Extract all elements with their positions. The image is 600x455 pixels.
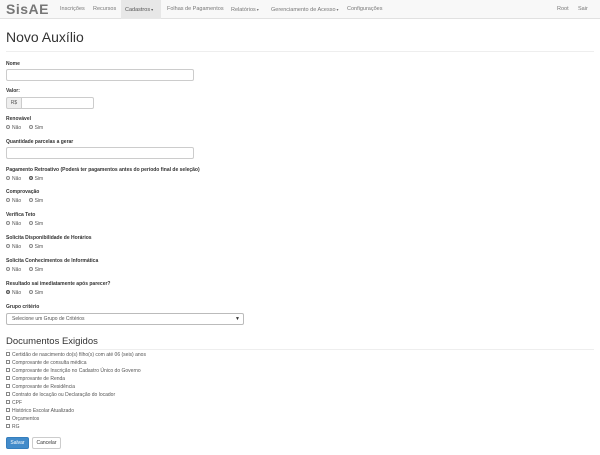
radio-sim[interactable]: Sim xyxy=(28,290,43,296)
checkbox-icon[interactable] xyxy=(6,408,10,413)
grupo-criterio-label: Grupo critério xyxy=(6,304,40,310)
radio-icon[interactable] xyxy=(6,176,10,181)
documento-item[interactable]: CPF xyxy=(6,400,22,406)
radio-icon[interactable] xyxy=(28,176,33,181)
radio-nao[interactable]: Não xyxy=(6,125,21,131)
teto-label: Verifica Teto xyxy=(6,212,36,218)
checkbox-icon[interactable] xyxy=(6,424,10,429)
checkbox-icon[interactable] xyxy=(6,384,10,389)
documentos-title: Documentos Exigidos xyxy=(6,336,98,347)
radio-sim[interactable]: Sim xyxy=(28,198,43,204)
radio-icon[interactable] xyxy=(28,290,33,295)
radio-nao[interactable]: Não xyxy=(6,267,21,273)
radio-icon[interactable] xyxy=(6,244,10,249)
radio-nao[interactable]: Não xyxy=(6,176,21,182)
radio-icon[interactable] xyxy=(6,221,10,226)
radio-sim[interactable]: Sim xyxy=(28,176,43,182)
chevron-down-icon: ▾ xyxy=(151,7,154,12)
renovavel-options: Não Sim xyxy=(6,125,49,131)
checkbox-icon[interactable] xyxy=(6,392,10,397)
radio-sim[interactable]: Sim xyxy=(28,221,43,227)
checkbox-icon[interactable] xyxy=(6,368,10,373)
documento-item[interactable]: Comprovante de Residência xyxy=(6,384,75,390)
nav-configuracoes[interactable]: Configurações xyxy=(343,0,386,19)
radio-icon[interactable] xyxy=(28,267,33,272)
nav-folhas-pagamentos[interactable]: Folhas de Pagamentos xyxy=(163,0,228,19)
retroativo-label: Pagamento Retroativo (Poderá ter pagamen… xyxy=(6,167,200,173)
radio-icon[interactable] xyxy=(28,125,33,130)
page-title: Novo Auxílio xyxy=(6,29,84,45)
checkbox-icon[interactable] xyxy=(6,360,10,365)
parcelas-input[interactable] xyxy=(6,147,194,159)
grupo-criterio-selected: Selecione um Grupo de Critérios xyxy=(12,316,85,322)
checkbox-icon[interactable] xyxy=(6,352,10,357)
radio-icon[interactable] xyxy=(6,125,10,130)
brand-logo[interactable]: SisAE xyxy=(6,1,49,17)
nav-recursos[interactable]: Recursos xyxy=(89,0,120,19)
nav-cadastros[interactable]: Cadastros▾ xyxy=(121,0,161,19)
radio-icon[interactable] xyxy=(6,267,10,272)
radio-nao[interactable]: Não xyxy=(6,198,21,204)
radio-icon[interactable] xyxy=(28,244,33,249)
radio-sim[interactable]: Sim xyxy=(28,125,43,131)
save-button[interactable]: Salvar xyxy=(6,437,29,449)
comprovacao-label: Comprovação xyxy=(6,189,40,195)
nome-input[interactable] xyxy=(6,69,194,81)
top-navbar: SisAE Inscrições Recursos Cadastros▾ Fol… xyxy=(0,0,600,19)
section-divider xyxy=(6,349,594,350)
teto-options: Não Sim xyxy=(6,221,49,227)
resultado-options: Não Sim xyxy=(6,290,49,296)
radio-nao[interactable]: Não xyxy=(6,244,21,250)
nav-relatorios[interactable]: Relatórios▾ xyxy=(227,0,263,19)
radio-nao[interactable]: Não xyxy=(6,290,21,296)
title-divider xyxy=(6,51,594,52)
checkbox-icon[interactable] xyxy=(6,400,10,405)
informatica-options: Não Sim xyxy=(6,267,49,273)
renovavel-label: Renovável xyxy=(6,116,32,122)
radio-icon[interactable] xyxy=(6,290,10,295)
radio-sim[interactable]: Sim xyxy=(28,244,43,250)
checkbox-icon[interactable] xyxy=(6,376,10,381)
informatica-label: Solicita Conhecimentos de Informática xyxy=(6,258,99,264)
currency-addon: R$ xyxy=(6,97,22,109)
retroativo-options: Não Sim xyxy=(6,176,49,182)
chevron-down-icon: ▾ xyxy=(256,7,259,12)
horarios-label: Solicita Disponibilidade de Horários xyxy=(6,235,92,241)
documento-item[interactable]: Histórico Escolar Atualizado xyxy=(6,408,74,414)
radio-nao[interactable]: Não xyxy=(6,221,21,227)
radio-sim[interactable]: Sim xyxy=(28,267,43,273)
radio-icon[interactable] xyxy=(6,198,10,203)
documento-item[interactable]: Orçamentos xyxy=(6,416,39,422)
checkbox-icon[interactable] xyxy=(6,416,10,421)
radio-icon[interactable] xyxy=(28,221,33,226)
dropdown-arrow-icon: ▼ xyxy=(235,316,240,322)
nav-gerenciamento-acesso[interactable]: Gerenciamento de Acesso▾ xyxy=(267,0,343,19)
documento-item[interactable]: Contrato de locação ou Declaração do loc… xyxy=(6,392,115,398)
documento-item[interactable]: Certidão de nascimento do(s) filho(s) co… xyxy=(6,352,146,358)
nome-label: Nome xyxy=(6,61,20,67)
radio-icon[interactable] xyxy=(28,198,33,203)
grupo-criterio-select[interactable]: Selecione um Grupo de Critérios ▼ xyxy=(6,313,244,325)
documento-item[interactable]: RG xyxy=(6,424,20,430)
documento-item[interactable]: Comprovante de Inscrição no Cadastro Úni… xyxy=(6,368,141,374)
nav-user[interactable]: Root xyxy=(553,0,573,19)
chevron-down-icon: ▾ xyxy=(336,7,339,12)
valor-input[interactable] xyxy=(21,97,94,109)
nav-logout[interactable]: Sair xyxy=(574,0,592,19)
documento-item[interactable]: Comprovante de consulta médica xyxy=(6,360,87,366)
valor-label: Valor: xyxy=(6,88,20,94)
parcelas-label: Quantidade parcelas a gerar xyxy=(6,139,74,145)
resultado-label: Resultado sai imediatamente após parecer… xyxy=(6,281,111,287)
documento-item[interactable]: Comprovante de Renda xyxy=(6,376,65,382)
cancel-button[interactable]: Cancelar xyxy=(32,437,61,449)
comprovacao-options: Não Sim xyxy=(6,198,49,204)
horarios-options: Não Sim xyxy=(6,244,49,250)
nav-inscricoes[interactable]: Inscrições xyxy=(56,0,89,19)
